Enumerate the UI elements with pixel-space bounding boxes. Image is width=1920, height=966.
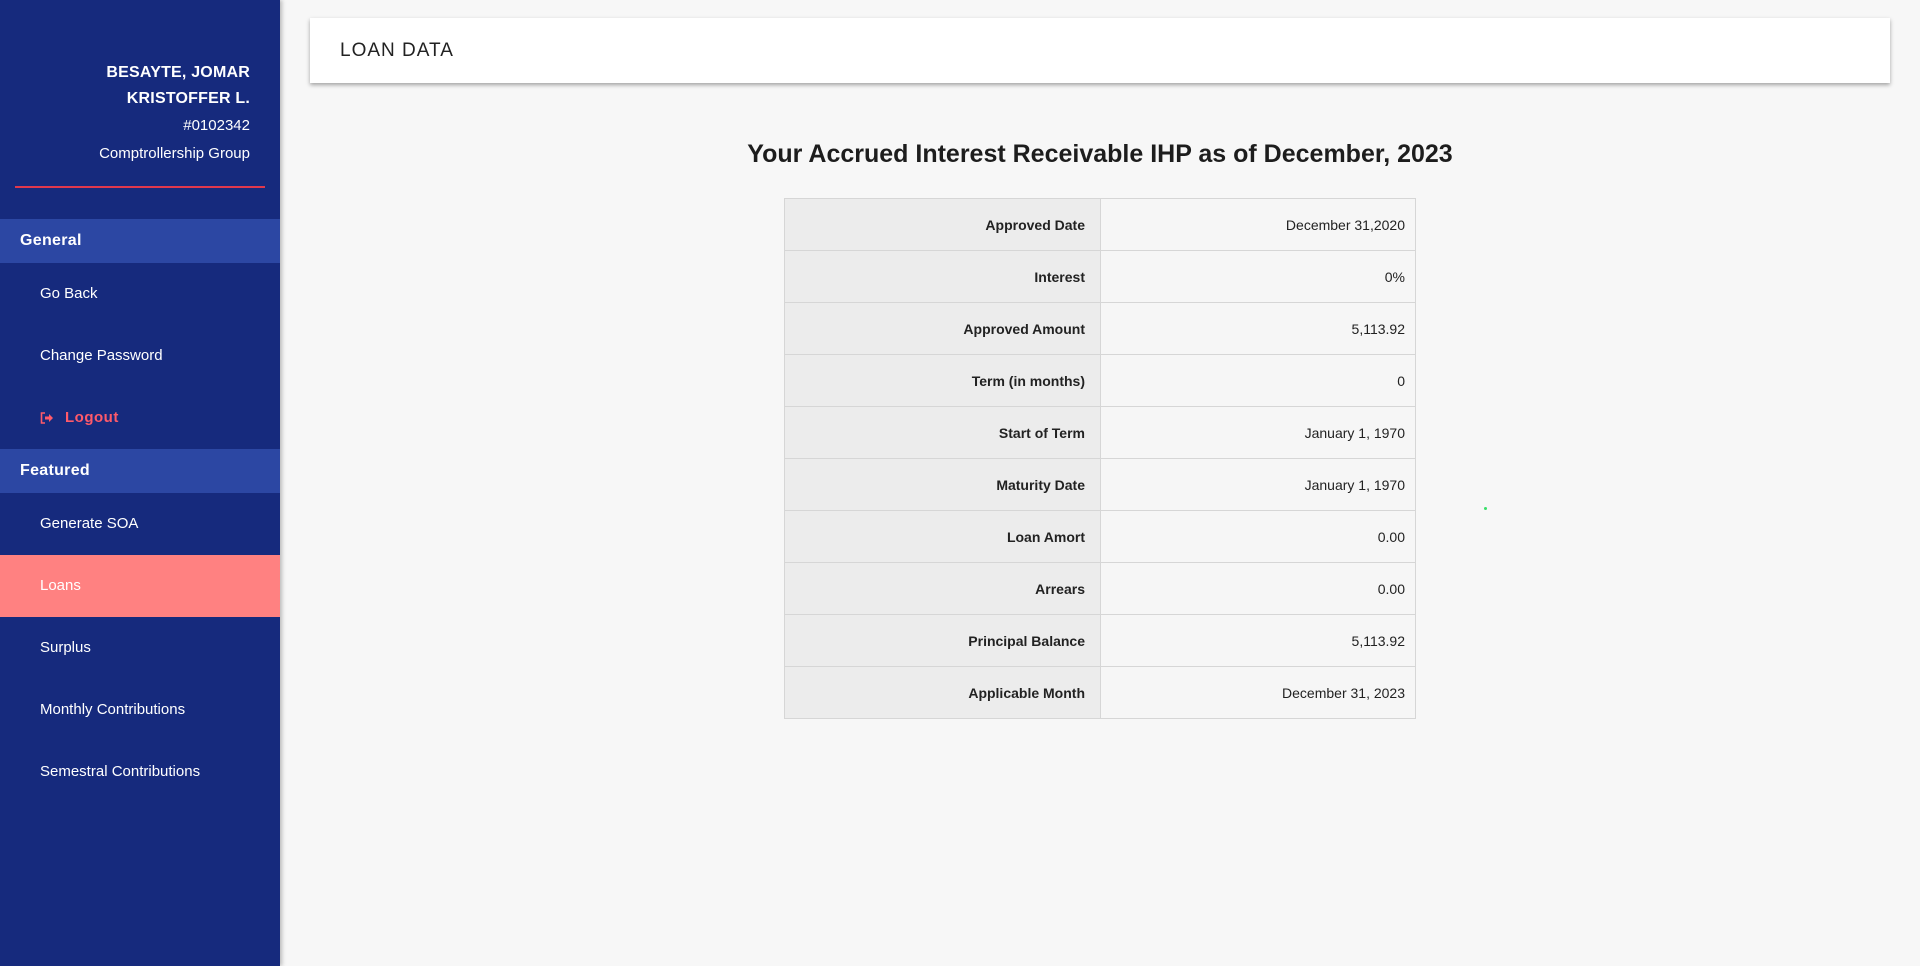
table-row: Interest 0% <box>784 250 1416 303</box>
row-label: Applicable Month <box>784 666 1101 719</box>
row-value: 5,113.92 <box>1100 302 1416 355</box>
user-name-line2: KRISTOFFER L. <box>126 90 250 107</box>
table-row: Approved Amount 5,113.92 <box>784 302 1416 355</box>
nav-item-loans[interactable]: Loans <box>0 555 280 617</box>
nav-item-go-back[interactable]: Go Back <box>0 263 280 325</box>
table-row: Term (in months) 0 <box>784 354 1416 407</box>
row-value: 0 <box>1100 354 1416 407</box>
row-value: January 1, 1970 <box>1100 406 1416 459</box>
row-label: Approved Date <box>784 198 1101 251</box>
user-profile: BESAYTE, JOMAR KRISTOFFER L. #0102342 Co… <box>0 0 280 168</box>
row-value: December 31,2020 <box>1100 198 1416 251</box>
nav-item-generate-soa[interactable]: Generate SOA <box>0 493 280 555</box>
section-header-featured: Featured <box>0 449 280 493</box>
row-value: 5,113.92 <box>1100 614 1416 667</box>
row-label: Principal Balance <box>784 614 1101 667</box>
logout-label: Logout <box>65 409 119 426</box>
table-row: Loan Amort 0.00 <box>784 510 1416 563</box>
row-label: Start of Term <box>784 406 1101 459</box>
row-label: Interest <box>784 250 1101 303</box>
row-label: Arrears <box>784 562 1101 615</box>
row-value: December 31, 2023 <box>1100 666 1416 719</box>
nav-item-surplus[interactable]: Surplus <box>0 617 280 679</box>
row-value: 0.00 <box>1100 510 1416 563</box>
main-content: LOAN DATA Your Accrued Interest Receivab… <box>280 0 1920 966</box>
status-dot <box>1484 507 1487 510</box>
table-row: Principal Balance 5,113.92 <box>784 614 1416 667</box>
profile-divider <box>15 186 265 188</box>
row-label: Term (in months) <box>784 354 1101 407</box>
table-row: Applicable Month December 31, 2023 <box>784 666 1416 719</box>
nav-item-semestral-contributions[interactable]: Semestral Contributions <box>0 741 280 803</box>
loan-data-table: Approved Date December 31,2020 Interest 0% A… <box>784 198 1416 719</box>
page-header: LOAN DATA <box>310 18 1890 83</box>
table-row: Start of Term January 1, 1970 <box>784 406 1416 459</box>
row-label: Maturity Date <box>784 458 1101 511</box>
sign-out-icon <box>40 412 53 424</box>
user-name-line1: BESAYTE, JOMAR <box>106 64 250 81</box>
row-label: Approved Amount <box>784 302 1101 355</box>
user-id: #0102342 <box>183 117 250 134</box>
nav-item-change-password[interactable]: Change Password <box>0 325 280 387</box>
row-label: Loan Amort <box>784 510 1101 563</box>
user-group: Comptrollership Group <box>99 145 250 162</box>
row-value: January 1, 1970 <box>1100 458 1416 511</box>
nav-item-monthly-contributions[interactable]: Monthly Contributions <box>0 679 280 741</box>
loan-summary-title: Your Accrued Interest Receivable IHP as … <box>747 140 1453 168</box>
table-row: Approved Date December 31,2020 <box>784 198 1416 251</box>
page-title: LOAN DATA <box>340 40 454 61</box>
table-row: Arrears 0.00 <box>784 562 1416 615</box>
table-row: Maturity Date January 1, 1970 <box>784 458 1416 511</box>
row-value: 0% <box>1100 250 1416 303</box>
section-header-general: General <box>0 219 280 263</box>
sidebar: BESAYTE, JOMAR KRISTOFFER L. #0102342 Co… <box>0 0 280 966</box>
row-value: 0.00 <box>1100 562 1416 615</box>
nav-item-logout[interactable]: Logout <box>0 387 280 449</box>
